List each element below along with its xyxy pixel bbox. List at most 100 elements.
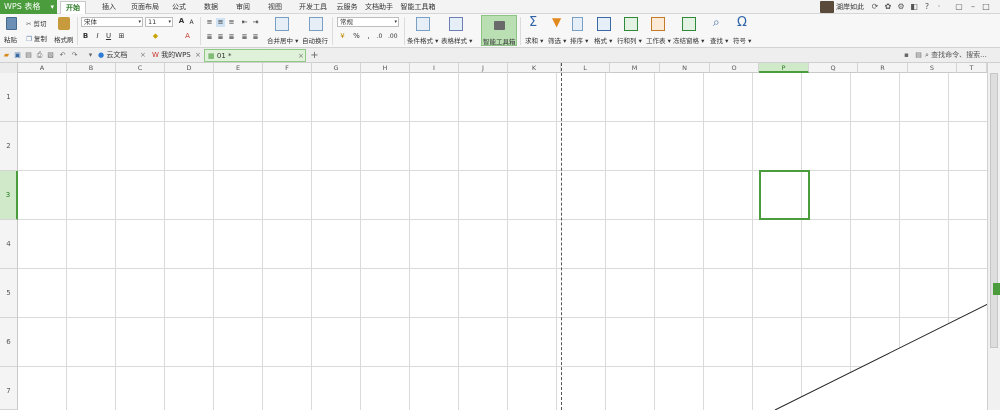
align-right-icon[interactable]: ≣ <box>227 33 236 42</box>
bold-button[interactable]: B <box>81 32 90 41</box>
column-header[interactable]: S <box>908 63 957 73</box>
thousands-icon[interactable]: , <box>364 32 373 41</box>
row-header[interactable]: 1 <box>0 73 18 122</box>
justify-icon[interactable]: ≣ <box>240 33 249 42</box>
cut-button[interactable]: ✂ 剪切 <box>26 18 47 28</box>
sort-icon[interactable] <box>572 17 583 31</box>
paste-icon[interactable] <box>6 17 17 30</box>
column-header[interactable]: H <box>361 63 410 73</box>
column-header[interactable]: F <box>263 63 312 73</box>
save-icon[interactable]: ▣ <box>13 51 22 60</box>
tab-developer[interactable]: 开发工具 <box>296 1 330 14</box>
filter-icon[interactable]: ▼ <box>552 15 561 29</box>
column-header[interactable]: Q <box>809 63 858 73</box>
doc-tab-my-wps[interactable]: W 我的WPS × <box>152 49 204 62</box>
tab-doc-assistant[interactable]: 文档助手 <box>364 1 394 14</box>
grow-font-icon[interactable]: A <box>177 17 186 26</box>
scrollbar-thumb[interactable] <box>990 73 998 348</box>
merge-center-button[interactable]: 合并居中 ▾ <box>267 35 298 45</box>
print-preview-icon[interactable]: ▤ <box>24 51 33 60</box>
copy-button[interactable]: ❐ 复制 <box>26 33 47 43</box>
sort-button[interactable]: 排序 ▾ <box>570 35 588 45</box>
settings-icon[interactable]: ⚙ <box>896 2 906 12</box>
indent-decrease-icon[interactable]: ⇤ <box>240 18 249 27</box>
conditional-format-icon[interactable] <box>416 17 430 31</box>
smart-toolbox-button[interactable]: 智能工具箱 <box>481 15 517 46</box>
format-painter-button[interactable]: 格式刷 <box>54 34 74 44</box>
column-header[interactable]: A <box>18 63 67 73</box>
format-button[interactable]: 格式 ▾ <box>594 35 612 45</box>
tab-formula[interactable]: 公式 <box>168 1 190 14</box>
export-icon[interactable]: ▧ <box>46 51 55 60</box>
format-painter-icon[interactable] <box>58 17 70 30</box>
quick-access-dropdown-icon[interactable]: ▾ <box>86 51 95 60</box>
distribute-icon[interactable]: ≣ <box>251 33 260 42</box>
row-col-icon[interactable] <box>624 17 638 31</box>
tab-view[interactable]: 视图 <box>264 1 286 14</box>
new-tab-icon[interactable]: + <box>310 51 319 61</box>
open-folder-icon[interactable]: ▰ <box>2 51 11 60</box>
tab-home[interactable]: 开始 <box>60 1 86 14</box>
font-size-select[interactable]: 11 ▾ <box>145 17 173 27</box>
column-header[interactable]: G <box>312 63 361 73</box>
row-header[interactable]: 2 <box>0 122 18 171</box>
omega-icon[interactable]: Ω <box>737 15 747 30</box>
print-icon[interactable]: ⎙ <box>35 51 44 60</box>
doc-tab-cloud[interactable]: ● 云文档 × <box>98 49 148 62</box>
sync-icon[interactable]: ⟳ <box>870 2 880 12</box>
window-icon[interactable]: ▤ <box>914 51 923 60</box>
filter-button[interactable]: 筛选 ▾ <box>548 35 566 45</box>
merge-center-icon[interactable] <box>275 17 289 31</box>
wrap-text-icon[interactable] <box>309 17 323 31</box>
find-button[interactable]: 查找 ▾ <box>710 35 728 45</box>
freeze-icon[interactable] <box>682 17 696 31</box>
vertical-scrollbar[interactable] <box>987 63 1000 410</box>
user-name[interactable]: 湖岸如此 <box>836 0 864 14</box>
number-format-select[interactable]: 常规 ▾ <box>337 17 399 27</box>
row-col-button[interactable]: 行和列 ▾ <box>617 35 642 45</box>
close-icon[interactable]: × <box>298 50 304 63</box>
column-header-selected[interactable]: P <box>759 63 809 73</box>
row-header[interactable]: 6 <box>0 318 18 367</box>
selected-cell[interactable] <box>759 170 810 220</box>
command-search[interactable]: ⌕ 查找命令、搜索... <box>925 48 1000 63</box>
align-center-icon[interactable]: ≣ <box>216 33 225 42</box>
tab-review[interactable]: 审阅 <box>232 1 254 14</box>
column-header[interactable]: K <box>508 63 561 73</box>
tab-data[interactable]: 数据 <box>200 1 222 14</box>
worksheet-button[interactable]: 工作表 ▾ <box>646 35 671 45</box>
sum-button[interactable]: 求和 ▾ <box>525 35 543 45</box>
percent-button[interactable]: % <box>352 32 361 41</box>
conditional-format-button[interactable]: 条件格式 ▾ <box>407 35 438 45</box>
column-header[interactable]: N <box>660 63 710 73</box>
column-header[interactable]: L <box>561 63 610 73</box>
align-bottom-icon[interactable]: ≡ <box>227 18 236 27</box>
diagonal-line-shape[interactable] <box>770 290 1000 410</box>
shrink-font-icon[interactable]: A <box>187 18 196 27</box>
align-left-icon[interactable]: ≣ <box>205 33 214 42</box>
select-all-corner[interactable] <box>0 63 18 73</box>
avatar[interactable] <box>820 1 834 13</box>
share-icon[interactable]: ◧ <box>909 2 919 12</box>
column-header[interactable]: E <box>214 63 263 73</box>
fill-color-icon[interactable]: ◆ <box>151 32 160 41</box>
column-header[interactable]: D <box>165 63 214 73</box>
underline-button[interactable]: U <box>104 32 113 41</box>
increase-decimal-icon[interactable]: .0 <box>375 32 384 41</box>
symbol-button[interactable]: 符号 ▾ <box>733 35 751 45</box>
redo-icon[interactable]: ↷ <box>70 51 79 60</box>
column-header[interactable]: M <box>610 63 660 73</box>
close-icon[interactable]: × <box>195 49 201 62</box>
more-icon[interactable]: · <box>934 2 944 12</box>
column-header[interactable]: C <box>116 63 165 73</box>
table-style-icon[interactable] <box>449 17 463 31</box>
tab-page-layout[interactable]: 页面布局 <box>128 1 162 14</box>
row-header[interactable]: 5 <box>0 269 18 318</box>
table-style-button[interactable]: 表格样式 ▾ <box>441 35 472 45</box>
font-color-icon[interactable]: A <box>183 32 192 41</box>
align-middle-icon[interactable]: ≡ <box>216 18 225 27</box>
maximize-icon[interactable]: □ <box>981 2 991 12</box>
sum-icon[interactable]: Σ <box>529 15 537 30</box>
column-header[interactable]: B <box>67 63 116 73</box>
close-icon[interactable]: × <box>140 49 146 62</box>
